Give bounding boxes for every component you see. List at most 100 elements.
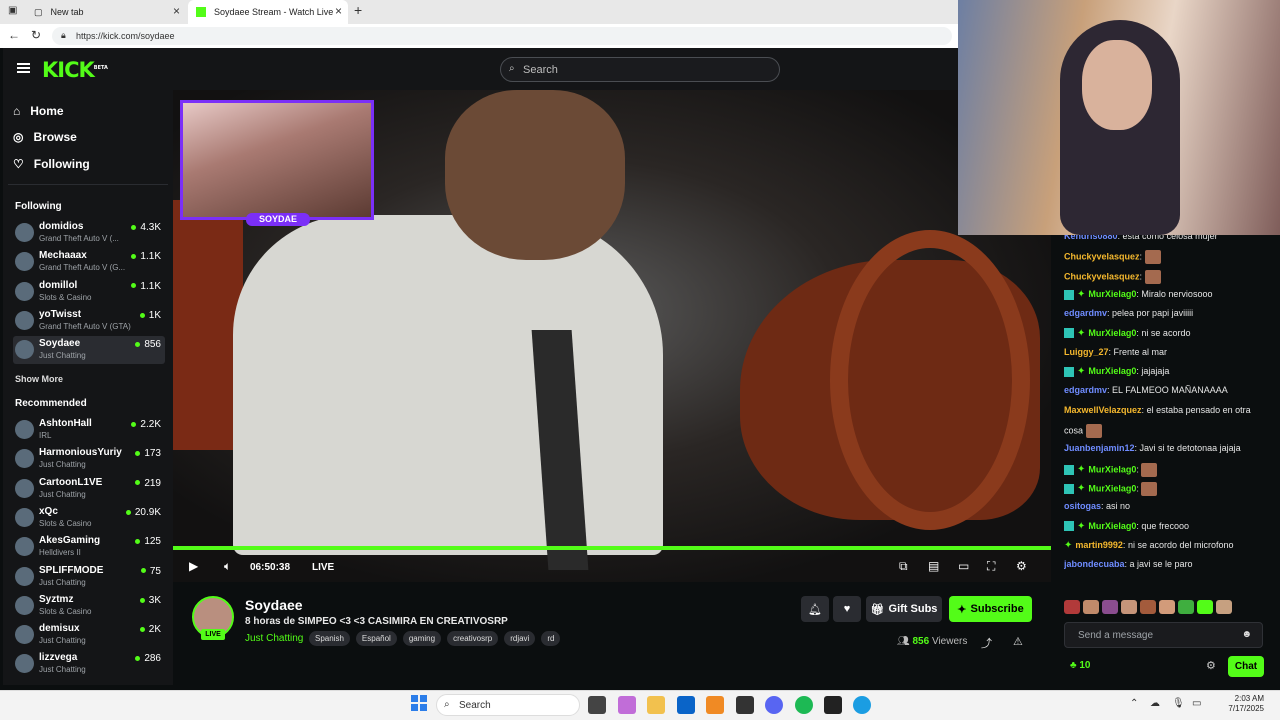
subscribe-button[interactable]: ✦ Subscribe <box>949 596 1032 622</box>
sidebar-channel[interactable]: Syztmz Slots & Casino 3K <box>13 592 165 620</box>
kick-logo[interactable]: KICKBETA <box>42 58 108 82</box>
taskbar-clock[interactable]: 2:03 AM 7/17/2025 <box>1208 694 1264 714</box>
new-tab-button[interactable]: + <box>354 2 362 18</box>
app-icon[interactable] <box>824 696 842 714</box>
sidebar-channel[interactable]: CartoonL1VE Just Chatting 219 <box>13 475 165 503</box>
close-tab-icon[interactable]: × <box>335 4 342 18</box>
sidebar-channel[interactable]: lizzvega Just Chatting 286 <box>13 650 165 678</box>
chat-username[interactable]: MurXielag0 <box>1088 483 1136 493</box>
nav-following[interactable]: ♡ Following <box>13 154 90 174</box>
chat-message: Chuckyvelasquez: <box>1064 269 1274 284</box>
edge-icon[interactable] <box>853 696 871 714</box>
tag-chip[interactable]: Spanish <box>309 631 350 646</box>
channel-points[interactable]: ♣ 10 <box>1070 660 1090 671</box>
sidebar-channel[interactable]: xQc Slots & Casino 20.9K <box>13 504 165 532</box>
play-pause-icon[interactable]: ▶ <box>189 559 198 573</box>
app-icon[interactable] <box>736 696 754 714</box>
chat-username[interactable]: ositogas <box>1064 501 1101 511</box>
progress-bar[interactable] <box>173 546 1051 550</box>
emote-icon <box>1144 250 1161 265</box>
cloud-icon[interactable]: ☁ <box>1150 698 1160 709</box>
chat-username[interactable]: MurXielag0 <box>1088 366 1136 376</box>
sidebar-channel[interactable]: Soydaee Just Chatting 856 <box>13 336 165 365</box>
sidebar-channel[interactable]: SPLIFFMODE Just Chatting 75 <box>13 563 165 591</box>
sidebar-channel[interactable]: demisux Just Chatting 2K <box>13 621 165 649</box>
send-chat-button[interactable]: Chat <box>1228 656 1264 677</box>
notification-bell-button[interactable]: 🔔︎ <box>801 596 829 622</box>
tab-actions-icon[interactable]: ▣ <box>8 5 17 16</box>
mic-icon[interactable]: 🎙︎ <box>1172 698 1185 709</box>
chat-username[interactable]: Chuckyvelasquez <box>1064 252 1140 262</box>
nav-label: Home <box>30 104 64 118</box>
nav-home[interactable]: ⌂ Home <box>13 101 64 121</box>
app-icon[interactable] <box>706 696 724 714</box>
emote-bar[interactable] <box>1064 600 1232 614</box>
nav-browse[interactable]: ◎ Browse <box>13 127 77 147</box>
monitor-icon[interactable]: ▭ <box>1192 698 1201 709</box>
chat-username[interactable]: jabondecuaba <box>1064 559 1125 569</box>
chat-username[interactable]: Juanbenjamin12 <box>1064 443 1135 453</box>
sidebar-channel[interactable]: domillol Slots & Casino 1.1K <box>13 278 165 306</box>
chat-message: edgardmv: pelea por papi javiiiii <box>1064 308 1274 318</box>
tab-kick-stream[interactable]: Soydaee Stream - Watch Live on Kick × <box>188 0 348 24</box>
copilot-icon[interactable] <box>618 696 636 714</box>
gift-subs-button[interactable]: 🎁︎ Gift Subs <box>866 596 942 622</box>
chat-username[interactable]: Chuckyvelasquez <box>1064 271 1140 281</box>
compass-icon: ◎ <box>13 130 24 144</box>
chat-username[interactable]: MurXielag0 <box>1088 464 1136 474</box>
channel-name[interactable]: Soydaee <box>245 597 303 613</box>
task-view-icon[interactable] <box>588 696 606 714</box>
volume-icon[interactable]: 🔈︎ <box>224 559 231 574</box>
chat-input[interactable]: Send a message ☻ <box>1064 622 1263 648</box>
tag-chip[interactable]: gaming <box>402 631 442 646</box>
settings-icon[interactable]: ⚙ <box>1016 559 1027 573</box>
follow-button[interactable]: ♥ <box>833 596 861 622</box>
chat-username[interactable]: edgardmv <box>1064 385 1107 395</box>
chat-username[interactable]: MurXielag0 <box>1088 328 1136 338</box>
tag-chip[interactable]: creativosrp <box>447 631 499 646</box>
clip-icon[interactable]: ▤ <box>928 559 939 573</box>
sidebar-channel[interactable]: yoTwisst Grand Theft Auto V (GTA) 1K <box>13 307 165 335</box>
taskbar-search-input[interactable]: ⌕ Search <box>436 694 580 716</box>
stream-category-link[interactable]: Just Chatting <box>245 633 303 644</box>
url-input[interactable]: 🔒︎ https://kick.com/soydaee <box>52 27 952 45</box>
chat-username[interactable]: edgardmv <box>1064 308 1107 318</box>
sidebar-channel[interactable]: AshtonHall IRL 2.2K <box>13 416 165 444</box>
sidebar-channel[interactable]: AkesGaming Helldivers II 125 <box>13 533 165 561</box>
chat-username[interactable]: MurXielag0 <box>1088 289 1136 299</box>
chat-settings-icon[interactable]: ⚙ <box>1206 659 1216 672</box>
chat-username[interactable]: Luiggy_27 <box>1064 347 1109 357</box>
theater-icon[interactable]: ▭ <box>958 559 969 573</box>
discord-icon[interactable] <box>765 696 783 714</box>
points-icon: ♣ <box>1070 660 1077 671</box>
search-input[interactable]: ⌕ Search <box>500 57 780 82</box>
report-icon[interactable]: ⚠ <box>1013 635 1023 648</box>
tag-chip[interactable]: rd <box>541 631 561 646</box>
share-icon[interactable]: ⤴ <box>981 635 992 651</box>
show-more-link[interactable]: Show More <box>15 374 63 384</box>
chat-username[interactable]: MaxwellVelazquez <box>1064 405 1142 415</box>
tag-chip[interactable]: rdjavi <box>504 631 536 646</box>
sidebar-channel[interactable]: Mechaaax Grand Theft Auto V (G... 1.1K <box>13 248 165 276</box>
file-explorer-icon[interactable] <box>647 696 665 714</box>
menu-icon[interactable] <box>17 63 30 73</box>
chat-message: cosa <box>1064 424 1274 438</box>
fullscreen-icon[interactable]: ⛶ <box>987 559 995 574</box>
windows-start-icon[interactable] <box>411 695 427 711</box>
sidebar-channel[interactable]: domidios Grand Theft Auto V (... 4.3K <box>13 219 165 247</box>
chat-username[interactable]: martin9992 <box>1075 540 1123 550</box>
reload-icon[interactable]: ↻ <box>31 28 41 42</box>
emoji-icon[interactable]: ☻ <box>1241 629 1252 640</box>
pip-icon[interactable]: ⧉ <box>899 559 908 574</box>
tray-chevron-icon[interactable]: ⌃ <box>1130 698 1138 709</box>
tab-new-tab[interactable]: ▢ New tab × <box>26 0 186 24</box>
outlook-icon[interactable] <box>677 696 695 714</box>
sidebar-channel[interactable]: HarmoniousYuriy Just Chatting 173 <box>13 445 165 473</box>
spotify-icon[interactable] <box>795 696 813 714</box>
tag-chip[interactable]: Español <box>355 631 397 646</box>
chat-username[interactable]: MurXielag0 <box>1088 521 1136 531</box>
webcam-face-art <box>1082 40 1152 130</box>
chat-text: EL FALMEOO MAÑANAAAA <box>1112 385 1228 396</box>
close-tab-icon[interactable]: × <box>173 4 180 18</box>
back-icon[interactable]: ← <box>8 28 20 42</box>
